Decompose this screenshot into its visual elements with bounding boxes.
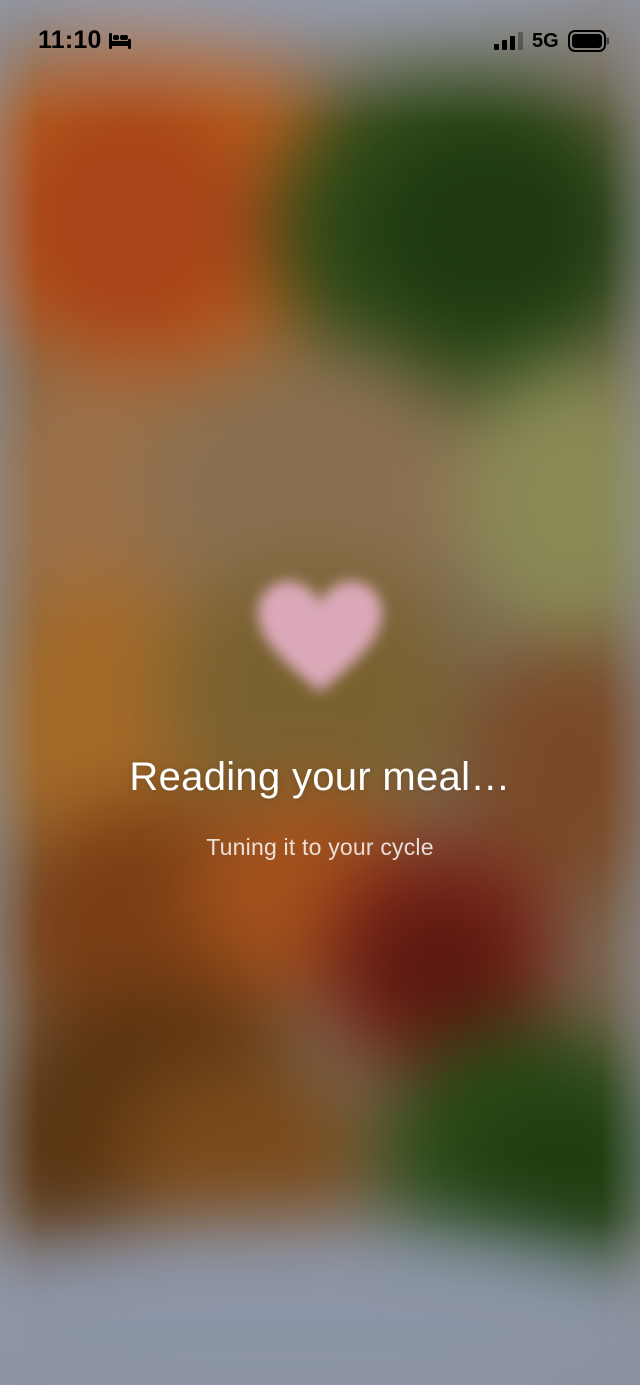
loading-title: Reading your meal… <box>129 755 511 799</box>
heart-icon <box>257 581 383 692</box>
signal-icon <box>494 32 523 50</box>
loading-subtitle: Tuning it to your cycle <box>206 834 434 860</box>
bed-icon <box>109 33 131 49</box>
network-label: 5G <box>532 30 559 52</box>
loading-screen: 11:10 5G Reading your meal… Tuning it to… <box>0 0 640 1385</box>
status-time: 11:10 <box>38 26 102 54</box>
battery-icon <box>568 30 609 52</box>
status-bar: 11:10 5G <box>0 0 640 84</box>
